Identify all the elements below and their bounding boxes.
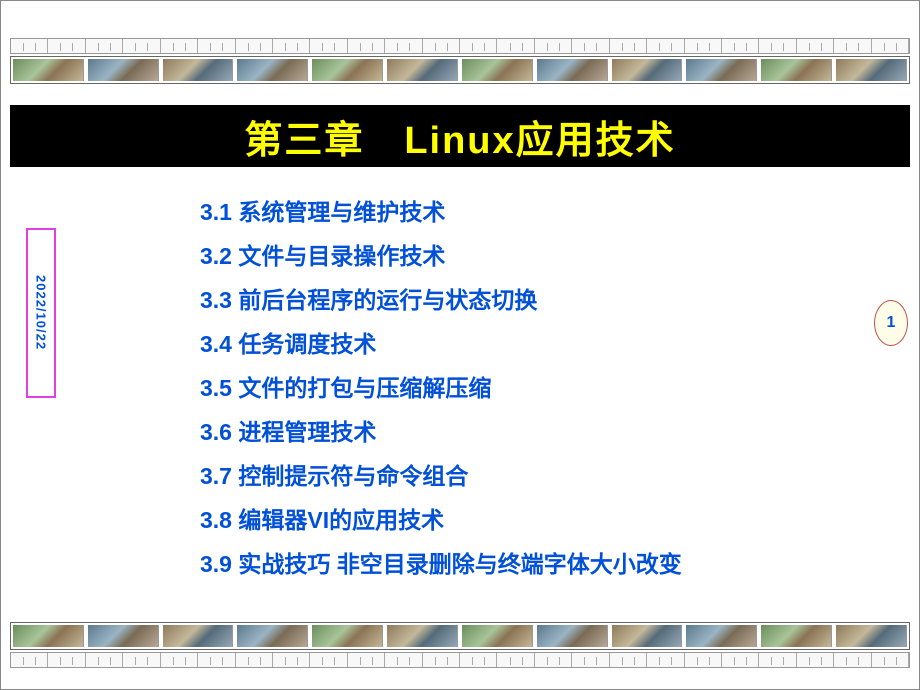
thumbnail-image	[387, 625, 458, 647]
thumbnail-image	[88, 59, 159, 81]
thumbnail-image	[686, 59, 757, 81]
thumbnail-image	[612, 625, 683, 647]
toc-item: 3.3 前后台程序的运行与状态切换	[200, 278, 820, 322]
toc-item: 3.5 文件的打包与压缩解压缩	[200, 366, 820, 410]
thumbnail-image	[312, 59, 383, 81]
thumbnail-image	[163, 625, 234, 647]
table-of-contents: 3.1 系统管理与维护技术 3.2 文件与目录操作技术 3.3 前后台程序的运行…	[200, 190, 820, 586]
thumbnail-image	[13, 59, 84, 81]
toc-item: 3.7 控制提示符与命令组合	[200, 454, 820, 498]
ruler-top	[10, 38, 910, 54]
toc-item: 3.4 任务调度技术	[200, 322, 820, 366]
page-number-badge: 1	[874, 300, 908, 346]
thumbnail-image	[237, 59, 308, 81]
thumbnail-image	[387, 59, 458, 81]
ruler-bottom	[10, 652, 910, 668]
toc-item: 3.8 编辑器VI的应用技术	[200, 498, 820, 542]
date-box: 2022/10/22	[26, 228, 56, 398]
thumbnail-image	[836, 625, 907, 647]
thumbnail-image	[462, 625, 533, 647]
page-number: 1	[887, 314, 896, 332]
thumbnail-image	[686, 625, 757, 647]
toc-item: 3.9 实战技巧 非空目录删除与终端字体大小改变	[200, 542, 820, 586]
thumbnail-image	[761, 625, 832, 647]
chapter-title-bar: 第三章 Linux应用技术	[10, 105, 910, 167]
thumbnail-image	[761, 59, 832, 81]
thumbnail-image	[836, 59, 907, 81]
thumbnail-strip-top	[10, 56, 910, 84]
thumbnail-image	[312, 625, 383, 647]
thumbnail-image	[537, 625, 608, 647]
thumbnail-image	[163, 59, 234, 81]
thumbnail-image	[88, 625, 159, 647]
thumbnail-image	[237, 625, 308, 647]
thumbnail-strip-bottom	[10, 622, 910, 650]
chapter-title: 第三章 Linux应用技术	[244, 109, 675, 164]
toc-item: 3.6 进程管理技术	[200, 410, 820, 454]
toc-item: 3.2 文件与目录操作技术	[200, 234, 820, 278]
thumbnail-image	[612, 59, 683, 81]
thumbnail-image	[537, 59, 608, 81]
thumbnail-image	[13, 625, 84, 647]
date-text: 2022/10/22	[34, 275, 49, 350]
thumbnail-image	[462, 59, 533, 81]
toc-item: 3.1 系统管理与维护技术	[200, 190, 820, 234]
